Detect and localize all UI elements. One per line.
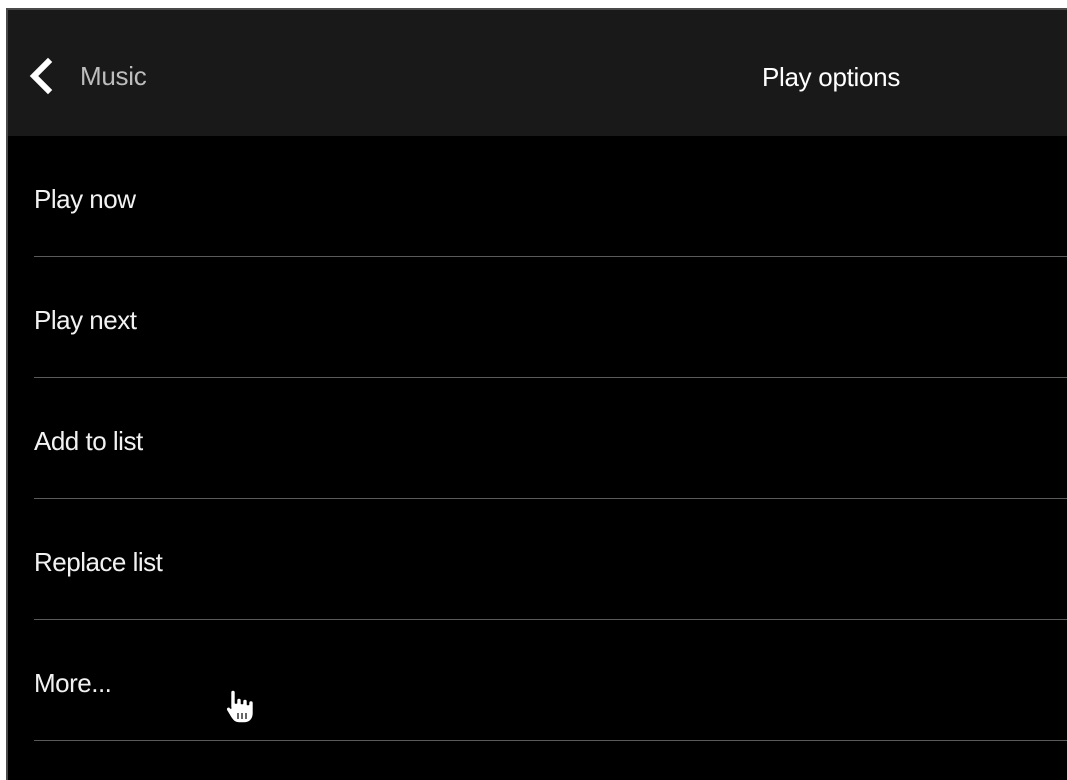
menu-item-label: Replace list [34,547,163,577]
play-options-window: Music Play options Play now Play next Ad… [6,8,1067,780]
menu-item-replace-list[interactable]: Replace list [8,499,1067,620]
menu-item-more[interactable]: More... [8,620,1067,741]
play-options-menu: Play now Play next Add to list Replace l… [8,136,1067,741]
menu-item-label: Add to list [34,426,143,456]
menu-item-label: More... [34,668,112,698]
menu-item-label: Play next [34,305,137,335]
back-button[interactable]: Music [26,46,147,106]
back-label: Music [80,60,147,91]
menu-item-label: Play now [34,184,136,214]
menu-item-play-next[interactable]: Play next [8,257,1067,378]
header-bar: Music Play options [8,10,1067,136]
menu-item-play-now[interactable]: Play now [8,136,1067,257]
chevron-left-icon [26,56,56,96]
page-title: Play options [762,62,901,92]
menu-item-add-to-list[interactable]: Add to list [8,378,1067,499]
